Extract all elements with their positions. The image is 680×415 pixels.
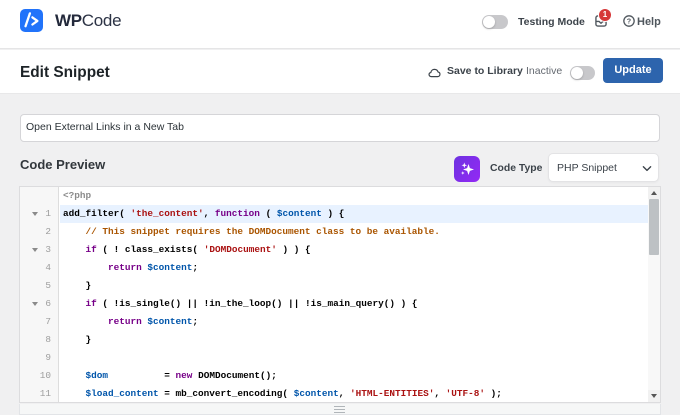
svg-text:?: ?: [627, 17, 631, 26]
